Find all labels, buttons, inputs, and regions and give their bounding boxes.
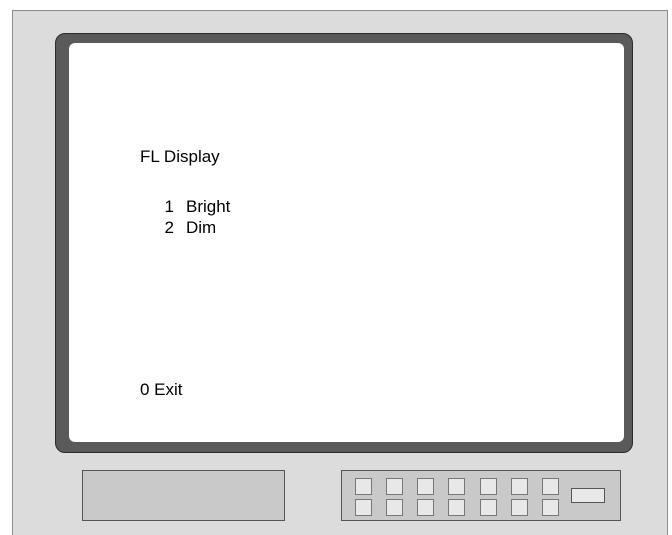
- keypad-button[interactable]: [417, 478, 434, 495]
- monitor-case: FL Display 1 Bright 2 Dim 0 Exit: [12, 10, 668, 535]
- keypad-button[interactable]: [480, 499, 497, 516]
- keypad-button[interactable]: [511, 478, 528, 495]
- keypad-button[interactable]: [511, 499, 528, 516]
- keypad-button[interactable]: [448, 478, 465, 495]
- keypad-button[interactable]: [355, 478, 372, 495]
- option-number: 2: [164, 218, 174, 237]
- keypad-button[interactable]: [386, 478, 403, 495]
- menu-option-bright[interactable]: 1 Bright: [162, 197, 231, 217]
- keypad-button[interactable]: [386, 499, 403, 516]
- keypad-button[interactable]: [480, 478, 497, 495]
- option-label: Bright: [186, 197, 231, 216]
- keypad-button[interactable]: [542, 478, 559, 495]
- menu-title: FL Display: [140, 147, 220, 166]
- keypad-button[interactable]: [417, 499, 434, 516]
- menu-option-dim[interactable]: 2 Dim: [162, 218, 217, 238]
- menu-option-exit[interactable]: 0 Exit: [140, 380, 183, 400]
- power-button[interactable]: [571, 488, 605, 503]
- front-keypad: [341, 470, 621, 521]
- front-panel-display: [82, 470, 285, 521]
- keypad-button[interactable]: [355, 499, 372, 516]
- keypad-button[interactable]: [542, 499, 559, 516]
- option-label: Dim: [186, 218, 217, 237]
- keypad-button[interactable]: [448, 499, 465, 516]
- display-screen: FL Display 1 Bright 2 Dim 0 Exit: [69, 43, 624, 442]
- option-number: 1: [164, 197, 174, 216]
